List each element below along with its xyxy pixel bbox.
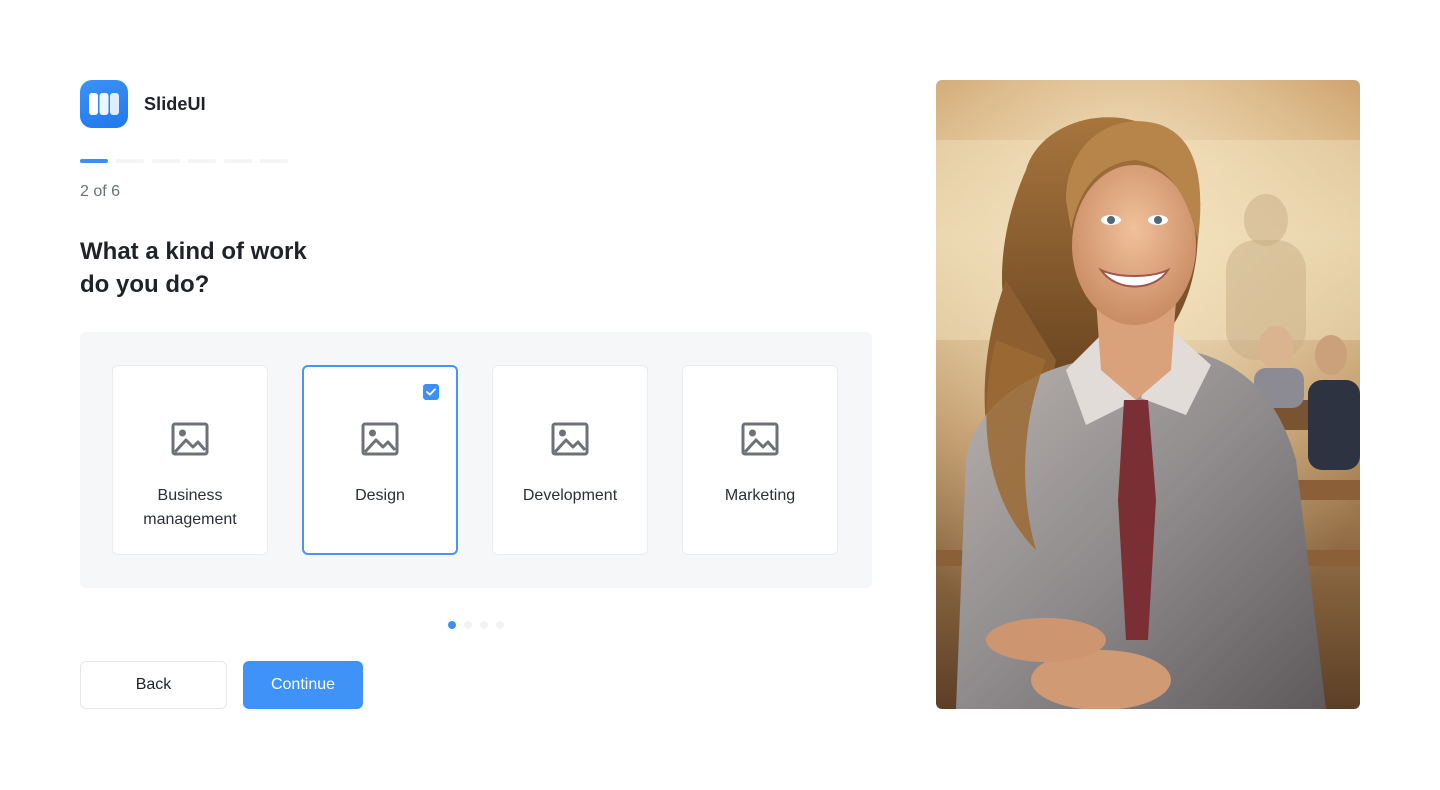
pagination-dot-2[interactable] bbox=[464, 621, 472, 629]
brand-name: SlideUI bbox=[144, 93, 206, 114]
progress-segment-6 bbox=[260, 159, 288, 163]
option-business-management[interactable]: Business management bbox=[112, 365, 268, 555]
option-label: Design bbox=[355, 487, 405, 504]
pagination-dot-3[interactable] bbox=[480, 621, 488, 629]
progress-segment-2 bbox=[116, 159, 144, 163]
work-options-panel: Business management Design Development M… bbox=[80, 332, 872, 588]
option-development[interactable]: Development bbox=[492, 365, 648, 555]
back-button[interactable]: Back bbox=[80, 661, 227, 709]
slides-logo-icon bbox=[80, 80, 128, 128]
option-marketing[interactable]: Marketing bbox=[682, 365, 838, 555]
option-label: Development bbox=[522, 487, 618, 504]
image-icon bbox=[741, 422, 779, 456]
portrait-photo bbox=[936, 80, 1360, 709]
image-icon bbox=[361, 422, 399, 456]
progress-segment-4 bbox=[188, 159, 216, 163]
question-line-2: do you do? bbox=[80, 271, 210, 298]
pagination-dot-1[interactable] bbox=[448, 621, 456, 629]
step-progress-bar bbox=[80, 159, 288, 163]
checkbox-checked-icon[interactable] bbox=[423, 384, 439, 400]
carousel-pagination bbox=[448, 621, 504, 629]
step-counter: 2 of 6 bbox=[80, 183, 121, 200]
question-heading: What a kind of work do you do? bbox=[80, 235, 400, 301]
image-icon bbox=[551, 422, 589, 456]
option-label: Marketing bbox=[724, 487, 796, 504]
progress-segment-3 bbox=[152, 159, 180, 163]
brand: SlideUI bbox=[80, 80, 206, 128]
progress-segment-5 bbox=[224, 159, 252, 163]
image-icon bbox=[171, 422, 209, 456]
question-line-1: What a kind of work bbox=[80, 238, 307, 265]
continue-button[interactable]: Continue bbox=[243, 661, 363, 709]
progress-segment-1 bbox=[80, 159, 108, 163]
option-design[interactable]: Design bbox=[302, 365, 458, 555]
hero-portrait-image bbox=[936, 80, 1360, 709]
pagination-dot-4[interactable] bbox=[496, 621, 504, 629]
option-label: Business management bbox=[143, 487, 237, 528]
